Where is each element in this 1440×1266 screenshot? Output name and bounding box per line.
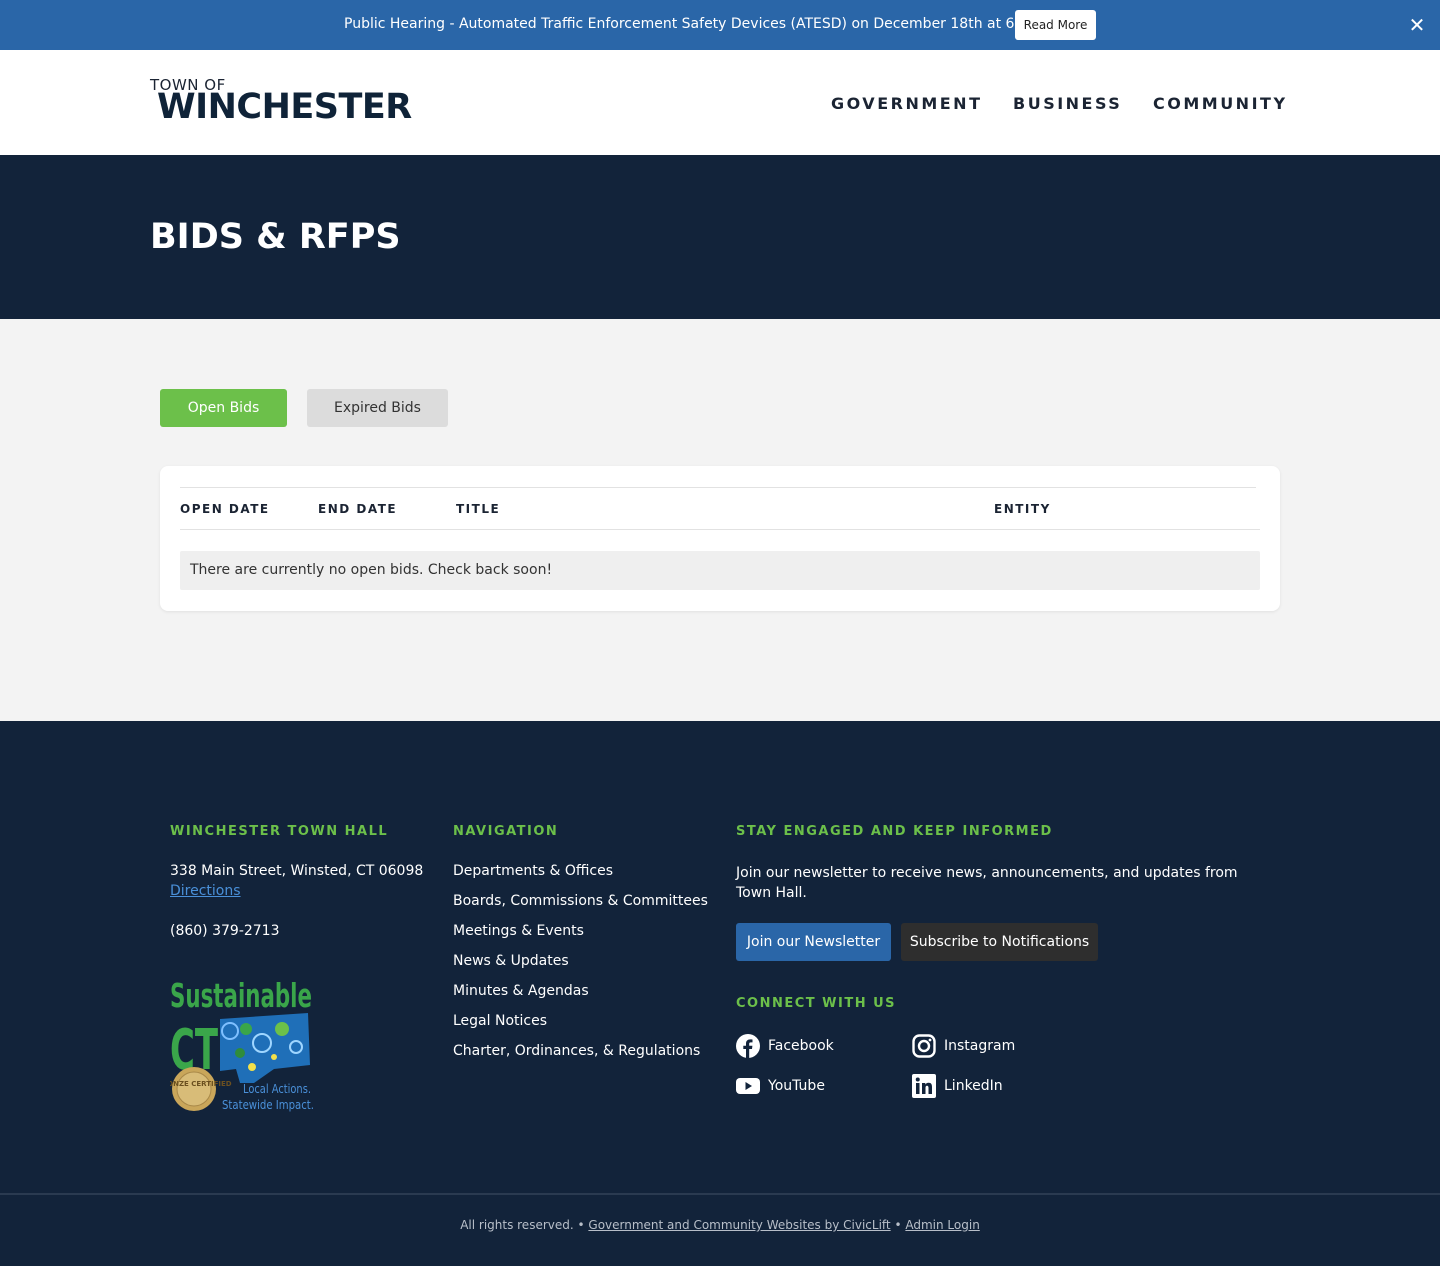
footer-nav-departments[interactable]: Departments & Offices xyxy=(453,863,613,879)
footer-nav-boards[interactable]: Boards, Commissions & Committees xyxy=(453,893,708,909)
instagram-icon xyxy=(912,1034,936,1058)
subscribe-notifications-button[interactable]: Subscribe to Notifications xyxy=(901,923,1098,961)
join-newsletter-button[interactable]: Join our Newsletter xyxy=(736,923,891,961)
tab-open-bids[interactable]: Open Bids xyxy=(160,389,287,427)
logo-winchester: WINCHESTER xyxy=(157,87,412,127)
site-footer: WINCHESTER TOWN HALL 338 Main Street, Wi… xyxy=(0,721,1440,1266)
page-hero: BIDS & RFPS xyxy=(0,155,1440,319)
footer-heading-engage: STAY ENGAGED AND KEEP INFORMED xyxy=(736,824,1053,839)
town-hall-address: 338 Main Street, Winsted, CT 06098 xyxy=(170,863,424,879)
footer-nav-minutes[interactable]: Minutes & Agendas xyxy=(453,983,589,999)
copyright-text: All rights reserved. • xyxy=(460,1218,585,1232)
logo-tagline-1: Local Actions. xyxy=(243,1082,311,1096)
page-title: BIDS & RFPS xyxy=(150,217,401,257)
admin-login-link[interactable]: Admin Login xyxy=(905,1218,979,1232)
read-more-button[interactable]: Read More xyxy=(1015,10,1096,40)
linkedin-icon xyxy=(912,1074,936,1098)
civiclift-link[interactable]: Government and Community Websites by Civ… xyxy=(588,1218,890,1232)
copyright-separator: • xyxy=(894,1218,902,1232)
table-header-divider xyxy=(180,529,1260,530)
town-hall-phone: (860) 379-2713 xyxy=(170,923,280,939)
nav-business[interactable]: BUSINESS xyxy=(1013,94,1122,113)
main-content: Open Bids Expired Bids OPEN DATE END DAT… xyxy=(0,319,1440,721)
directions-link[interactable]: Directions xyxy=(170,883,241,899)
social-youtube-link[interactable]: YouTube xyxy=(736,1074,856,1100)
footer-heading-navigation: NAVIGATION xyxy=(453,824,559,839)
footer-heading-connect: CONNECT WITH US xyxy=(736,996,897,1011)
nav-community[interactable]: COMMUNITY xyxy=(1153,94,1288,113)
nav-government[interactable]: GOVERNMENT xyxy=(831,94,982,113)
linkedin-label: LinkedIn xyxy=(944,1078,1003,1094)
alert-bar: Public Hearing - Automated Traffic Enfor… xyxy=(0,0,1440,50)
instagram-label: Instagram xyxy=(944,1038,1016,1054)
table-empty-row: There are currently no open bids. Check … xyxy=(180,551,1260,590)
copyright-line: All rights reserved. • Government and Co… xyxy=(0,1218,1440,1232)
footer-divider xyxy=(0,1193,1440,1195)
column-header-entity[interactable]: ENTITY xyxy=(994,502,1051,516)
social-linkedin-link[interactable]: LinkedIn xyxy=(912,1074,1032,1100)
empty-message: There are currently no open bids. Check … xyxy=(190,562,553,578)
footer-nav-legal-notices[interactable]: Legal Notices xyxy=(453,1013,547,1029)
column-header-title[interactable]: TITLE xyxy=(456,502,500,516)
tab-expired-bids[interactable]: Expired Bids xyxy=(307,389,448,427)
footer-nav-charter[interactable]: Charter, Ordinances, & Regulations xyxy=(453,1043,700,1059)
column-header-open-date[interactable]: OPEN DATE xyxy=(180,502,270,516)
alert-text: Public Hearing - Automated Traffic Enfor… xyxy=(344,16,1062,32)
social-facebook-link[interactable]: Facebook xyxy=(736,1034,856,1060)
close-icon[interactable]: ✕ xyxy=(1405,13,1429,37)
footer-nav-meetings[interactable]: Meetings & Events xyxy=(453,923,584,939)
youtube-label: YouTube xyxy=(768,1078,825,1094)
sustainable-ct-logo[interactable]: Sustainable CT BRONZE CERTIFIED Local Ac… xyxy=(156,973,320,1113)
youtube-icon xyxy=(736,1078,760,1094)
site-logo[interactable]: TOWN OF WINCHESTER xyxy=(150,76,412,127)
facebook-label: Facebook xyxy=(768,1038,834,1054)
logo-bronze-badge: BRONZE CERTIFIED xyxy=(170,1080,232,1088)
social-instagram-link[interactable]: Instagram xyxy=(912,1034,1032,1060)
newsletter-description: Join our newsletter to receive news, ann… xyxy=(736,865,1238,901)
column-header-end-date[interactable]: END DATE xyxy=(318,502,397,516)
site-header: TOWN OF WINCHESTER GOVERNMENT BUSINESS C… xyxy=(0,50,1440,155)
logo-sustainable-text: Sustainable xyxy=(170,976,312,1015)
facebook-icon xyxy=(736,1034,760,1058)
bids-table-card: OPEN DATE END DATE TITLE ENTITY There ar… xyxy=(160,466,1280,611)
footer-nav-news[interactable]: News & Updates xyxy=(453,953,569,969)
logo-tagline-2: Statewide Impact. xyxy=(222,1098,314,1112)
footer-heading-town-hall: WINCHESTER TOWN HALL xyxy=(170,824,389,839)
table-top-divider xyxy=(180,487,1256,488)
